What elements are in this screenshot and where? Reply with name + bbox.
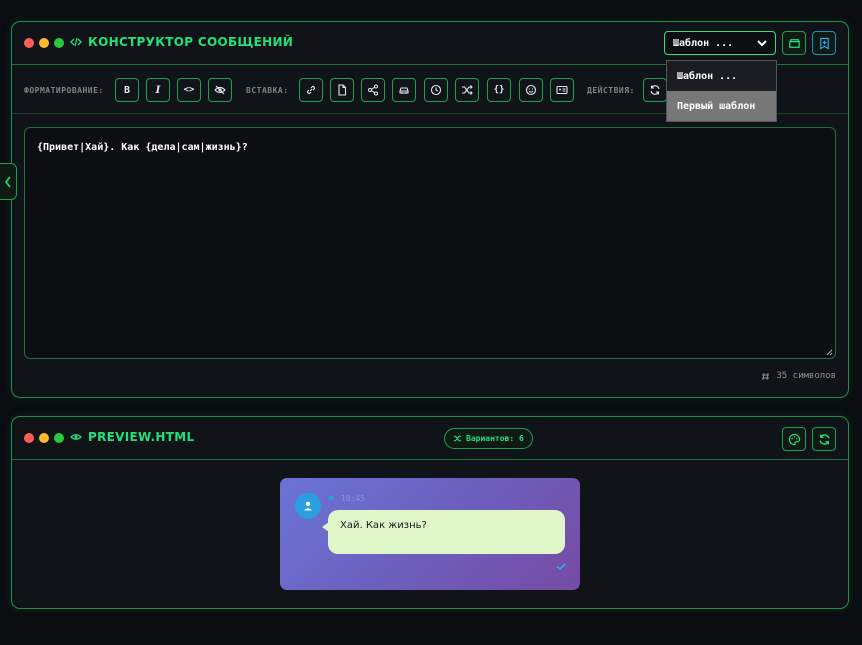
variants-badge: Вариантов: 6 [444, 428, 533, 449]
insert-random-button[interactable] [455, 78, 479, 102]
eye-slash-icon [214, 85, 226, 95]
braces-icon: {} [493, 85, 505, 95]
regenerate-button[interactable] [812, 427, 836, 451]
insert-variable-button[interactable]: {} [487, 78, 511, 102]
constructor-title-text: КОНСТРУКТОР СООБЩЕНИЙ [88, 35, 294, 49]
code-format-icon: <> [183, 85, 195, 95]
bold-icon: B [123, 84, 131, 96]
id-card-icon [556, 85, 568, 95]
constructor-header: КОНСТРУКТОР СООБЩЕНИЙ Шаблон ... [12, 22, 848, 65]
chevron-down-icon [757, 40, 767, 47]
close-dot [24, 38, 34, 48]
save-template-button[interactable] [782, 31, 806, 55]
file-icon [338, 84, 347, 96]
smile-icon [525, 84, 537, 96]
insert-emoji-button[interactable] [519, 78, 543, 102]
actions-label: ДЕЙСТВИЯ: [587, 86, 635, 95]
message-bubble: Хай. Как жизнь? [328, 510, 565, 554]
format-label: ФОРМАТИРОВАНИЕ: [24, 86, 104, 95]
constructor-panel: КОНСТРУКТОР СООБЩЕНИЙ Шаблон ... Шаблон … [11, 21, 849, 398]
window-dots [24, 433, 64, 443]
flag-icon [329, 495, 334, 502]
bookmark-button[interactable] [812, 31, 836, 55]
clock-icon [430, 84, 442, 96]
insert-file-button[interactable] [330, 78, 354, 102]
chevron-left-icon [4, 176, 11, 187]
shuffle-icon [453, 435, 462, 442]
refresh-action-button[interactable] [643, 78, 667, 102]
char-count-text: 35 символов [776, 371, 836, 381]
eye-icon [70, 434, 82, 440]
template-option-first[interactable]: Первый шаблон [667, 91, 776, 121]
maximize-dot [54, 38, 64, 48]
theme-button[interactable] [782, 427, 806, 451]
refresh-icon [650, 85, 660, 95]
template-select-value: Шаблон ... [673, 37, 734, 49]
folder-icon [788, 38, 800, 48]
car-icon [399, 87, 409, 94]
check-icon [556, 563, 566, 570]
insert-link-button[interactable] [299, 78, 323, 102]
constructor-title: КОНСТРУКТОР СООБЩЕНИЙ [70, 35, 293, 49]
preview-panel: PREVIEW.HTML Вариантов: 6 10:45 Хай. Как… [11, 416, 849, 609]
editor-text: {Привет|Хай}. Как {дела|сам|жизнь}? [37, 142, 248, 153]
avatar [295, 493, 321, 519]
preview-title-text: PREVIEW.HTML [88, 430, 195, 444]
link-icon [306, 85, 316, 95]
minimize-dot [39, 38, 49, 48]
minimize-dot [39, 433, 49, 443]
italic-icon: I [155, 84, 161, 96]
shuffle-icon [462, 85, 473, 95]
refresh-icon [819, 433, 829, 445]
message-meta: 10:45 [328, 494, 365, 503]
bold-button[interactable]: B [115, 78, 139, 102]
hash-icon [762, 372, 770, 380]
char-count: 35 символов [761, 371, 836, 381]
user-icon [304, 501, 312, 511]
italic-button[interactable]: I [146, 78, 170, 102]
insert-contact-button[interactable] [550, 78, 574, 102]
message-editor[interactable]: {Привет|Хай}. Как {дела|сам|жизнь}? [24, 127, 836, 359]
message-preview: 10:45 Хай. Как жизнь? [280, 478, 580, 590]
template-dropdown: Шаблон ... Первый шаблон [666, 60, 777, 122]
bookmark-icon [819, 37, 829, 50]
maximize-dot [54, 433, 64, 443]
code-button[interactable]: <> [177, 78, 201, 102]
insert-time-button[interactable] [424, 78, 448, 102]
share-icon [368, 84, 378, 96]
code-icon [70, 37, 82, 47]
insert-share-button[interactable] [361, 78, 385, 102]
palette-icon [788, 433, 800, 445]
message-time: 10:45 [341, 494, 366, 503]
sidebar-toggle[interactable] [0, 163, 17, 200]
message-text: Хай. Как жизнь? [340, 520, 427, 531]
insert-label: ВСТАВКА: [246, 86, 289, 95]
close-dot [24, 433, 34, 443]
template-option-placeholder[interactable]: Шаблон ... [667, 61, 776, 91]
template-select[interactable]: Шаблон ... [664, 31, 776, 55]
preview-title: PREVIEW.HTML [70, 430, 194, 444]
insert-car-button[interactable] [392, 78, 416, 102]
variants-badge-text: Вариантов: 6 [466, 434, 524, 443]
window-dots [24, 38, 64, 48]
resize-handle-icon[interactable] [825, 348, 833, 356]
preview-header: PREVIEW.HTML Вариантов: 6 [12, 417, 848, 460]
spoiler-button[interactable] [208, 78, 232, 102]
